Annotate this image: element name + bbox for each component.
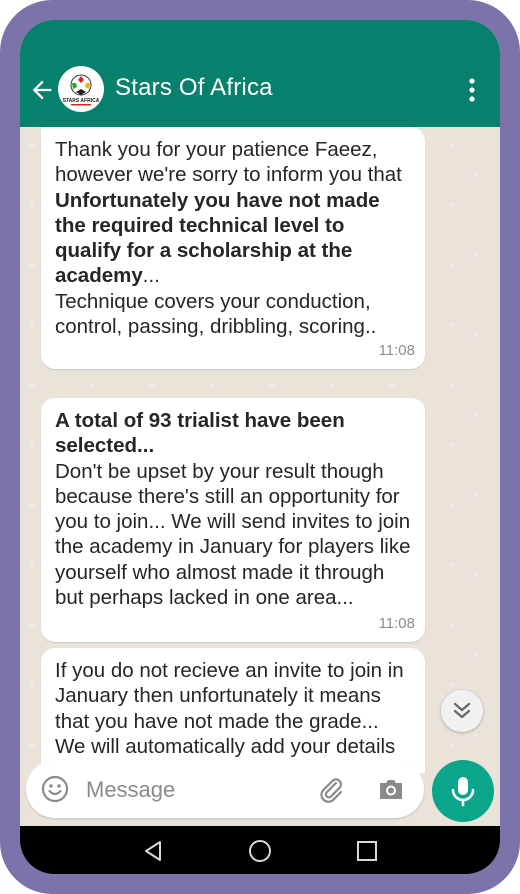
- more-vert-icon[interactable]: [460, 77, 484, 103]
- message-text: If you do not recieve an invite to join …: [55, 659, 404, 733]
- screen: STARS AFRICA Stars Of Africa Thank you f…: [20, 20, 500, 874]
- message-bubble[interactable]: A total of 93 trialist have been selecte…: [41, 398, 425, 642]
- message-text: Technique covers your conduction, contro…: [55, 289, 377, 339]
- message-text: Thank you for your patience Faeez, howev…: [55, 138, 402, 288]
- mic-button[interactable]: [432, 760, 494, 822]
- message-text: Don't be upset by your result though bec…: [55, 459, 411, 610]
- chat-header: STARS AFRICA Stars Of Africa: [20, 20, 500, 127]
- nav-recents-icon[interactable]: [354, 838, 380, 864]
- stars-of-africa-logo: STARS AFRICA: [63, 74, 100, 106]
- phone-frame: STARS AFRICA Stars Of Africa Thank you f…: [0, 0, 520, 894]
- chevron-double-down-icon: [453, 702, 471, 719]
- logo-text: STARS AFRICA: [63, 98, 100, 104]
- avatar[interactable]: STARS AFRICA: [58, 66, 104, 112]
- message-composer: [26, 760, 424, 818]
- mic-icon: [451, 777, 475, 807]
- chat-title[interactable]: Stars Of Africa: [115, 74, 273, 102]
- scroll-down-button[interactable]: [441, 690, 483, 732]
- paperclip-icon[interactable]: [316, 774, 346, 804]
- message-time: 11:08: [378, 614, 415, 632]
- arrow-left-icon[interactable]: [28, 76, 56, 104]
- nav-back-icon[interactable]: [140, 838, 166, 864]
- message-bold-text: A total of 93 trialist have been selecte…: [55, 409, 345, 458]
- camera-icon[interactable]: [376, 774, 406, 804]
- message-bubble[interactable]: If you do not recieve an invite to join …: [41, 648, 425, 773]
- message-input[interactable]: [84, 770, 308, 810]
- emoji-icon[interactable]: [40, 774, 70, 804]
- system-nav-bar: [20, 826, 500, 874]
- message-time: 11:08: [378, 341, 415, 359]
- nav-home-icon[interactable]: [247, 838, 273, 864]
- message-bubble[interactable]: Thank you for your patience Faeez, howev…: [41, 127, 425, 369]
- message-text: We will automatically add your details: [55, 734, 396, 758]
- message-bold-text: Unfortunately you have not made the requ…: [55, 188, 380, 288]
- message-list[interactable]: Thank you for your patience Faeez, howev…: [20, 127, 500, 773]
